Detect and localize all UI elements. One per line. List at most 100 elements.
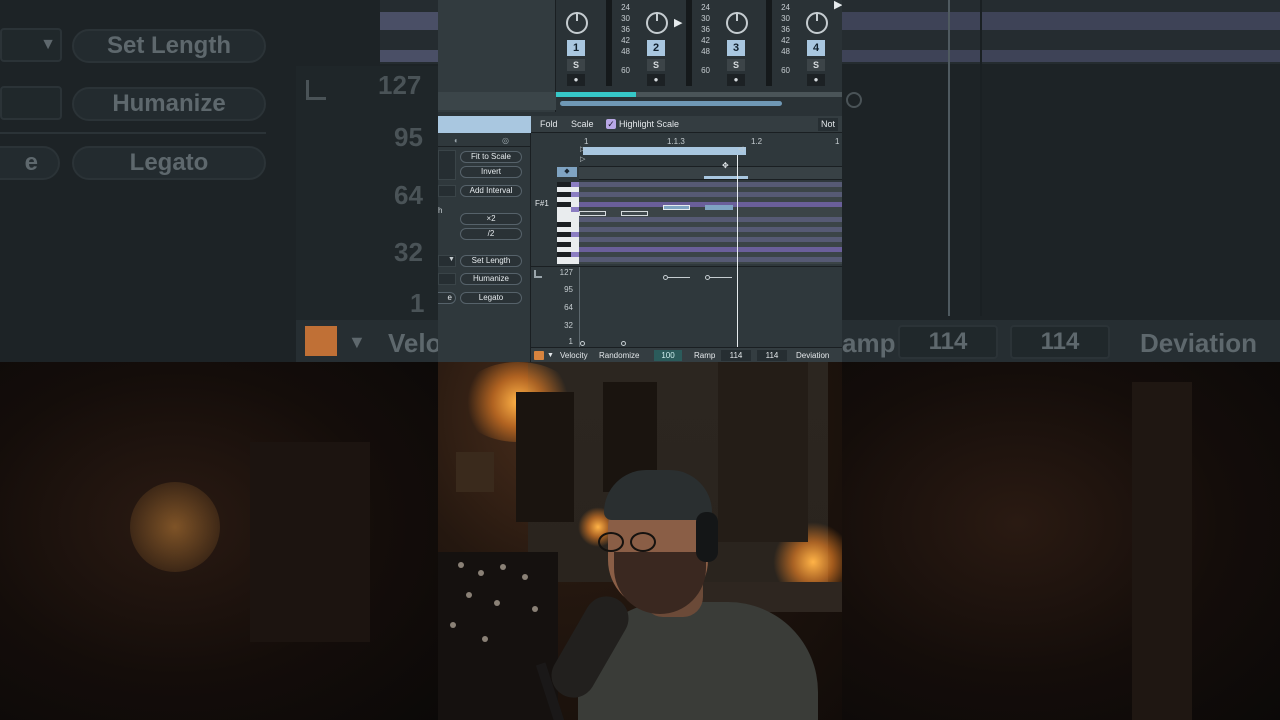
scale-24: 24 (781, 3, 790, 12)
tool-icon-row (438, 133, 531, 147)
mixer-left-strip (438, 92, 556, 110)
blurred-left-panel: ▼ Set Length Humanize e Legato 127 95 64… (0, 0, 438, 720)
pan-knob[interactable] (646, 12, 668, 34)
black-key[interactable] (557, 182, 571, 187)
scale-60: 60 (701, 66, 710, 75)
synth-knob (466, 592, 472, 598)
loop-brace[interactable] (583, 147, 746, 155)
play-icon[interactable]: ▶ (834, 0, 842, 11)
tool-icon[interactable]: ◐ (454, 136, 459, 145)
play-icon[interactable]: ▶ (674, 16, 682, 29)
scale-42: 42 (701, 36, 710, 45)
black-key[interactable] (557, 192, 571, 197)
note-tab[interactable]: Not (818, 118, 839, 131)
pan-knob[interactable] (806, 12, 828, 34)
solo-button[interactable]: S (807, 59, 825, 71)
track-activator[interactable]: 2 (647, 40, 665, 56)
scale-30: 30 (701, 14, 710, 23)
ramp-end-field[interactable]: 114 (757, 350, 787, 361)
velocity-handle[interactable] (621, 341, 626, 346)
track-activator[interactable]: 4 (807, 40, 825, 56)
speaker (516, 392, 574, 522)
track-4: ▶ 4 S ● (796, 0, 842, 100)
black-key[interactable] (557, 242, 571, 247)
ghost-humanize: Humanize (72, 87, 266, 121)
length-dropdown[interactable]: ▼ (438, 255, 456, 267)
scale-row (579, 247, 842, 252)
midi-note-selected[interactable] (705, 205, 733, 210)
fit-to-scale-button[interactable]: Fit to Scale (460, 151, 522, 163)
ramp-button[interactable]: Ramp (694, 350, 715, 361)
black-key[interactable] (557, 252, 571, 257)
double-button[interactable]: ×2 (460, 213, 522, 225)
ghost-amp: amp (842, 328, 896, 358)
midi-note[interactable] (579, 211, 606, 216)
note-grid[interactable] (579, 182, 842, 264)
halve-button[interactable]: /2 (460, 228, 522, 240)
humanize-button[interactable]: Humanize (460, 273, 522, 285)
ghost-ramp-end: 114 (1010, 325, 1110, 359)
chevron-down-icon[interactable]: ▼ (547, 350, 554, 361)
scale-key-highlight (571, 192, 579, 197)
pan-knob[interactable] (726, 12, 748, 34)
start-marker[interactable]: ▷ (580, 155, 585, 163)
fold-button[interactable]: Fold (540, 118, 558, 131)
loop-end-marker[interactable]: ◁ (738, 145, 743, 153)
ghost-shelf (250, 442, 370, 642)
ramp-start-field[interactable]: 114 (721, 350, 751, 361)
piano-keys[interactable] (557, 182, 579, 264)
velocity-handle[interactable] (580, 341, 585, 346)
randomize-button[interactable]: Randomize (599, 350, 639, 361)
synth-knob (478, 570, 484, 576)
scale-row (579, 227, 842, 232)
scale-30: 30 (621, 14, 630, 23)
loop-start-marker[interactable]: ▷ (580, 145, 585, 153)
interval-field[interactable] (438, 185, 456, 197)
randomize-amount[interactable]: 100 (654, 350, 682, 361)
glasses-lens (630, 532, 656, 552)
humanize-field[interactable] (438, 273, 456, 285)
midi-note[interactable] (621, 211, 648, 216)
glasses-lens (598, 532, 624, 552)
ghost-slider-knob (846, 92, 862, 108)
solo-button[interactable]: S (567, 59, 585, 71)
add-interval-button[interactable]: Add Interval (460, 185, 522, 197)
ghost-purple-strip-2 (380, 50, 438, 62)
arm-button[interactable]: ● (647, 74, 665, 86)
black-key[interactable] (557, 222, 571, 227)
arm-button[interactable]: ● (567, 74, 585, 86)
velocity-lane-toggle[interactable] (534, 351, 544, 360)
scale-button[interactable]: Scale (571, 118, 594, 131)
set-length-button[interactable]: Set Length (460, 255, 522, 267)
solo-button[interactable]: S (727, 59, 745, 71)
ghost-legato: Legato (72, 146, 266, 180)
arm-button[interactable]: ● (807, 74, 825, 86)
track-activator[interactable]: 1 (567, 40, 585, 56)
scale-key-highlight (571, 252, 579, 257)
velocity-1: 1 (568, 337, 573, 346)
ghost-num-127: 127 (378, 70, 422, 100)
scale-30: 30 (781, 14, 790, 23)
horizontal-scrollbar[interactable] (560, 101, 782, 106)
highlight-scale-checkbox[interactable]: ✓ (606, 119, 616, 129)
headphones (696, 512, 718, 562)
track-activator[interactable]: 3 (727, 40, 745, 56)
invert-button[interactable]: Invert (460, 166, 522, 178)
solo-button[interactable]: S (647, 59, 665, 71)
piano-roll: 1 1.1.3 1.2 1 ▷ ◁ ▷ ◆ ✥ F#1 127 95 64 32… (531, 133, 842, 362)
legato-button[interactable]: Legato (460, 292, 522, 304)
velocity-bar (710, 277, 732, 278)
pan-knob[interactable] (566, 12, 588, 34)
mixer-left-panel (438, 0, 556, 112)
velocity-lane[interactable]: 127 95 64 32 1 (531, 266, 842, 347)
tool-icon[interactable]: ◎ (502, 136, 509, 145)
black-key[interactable] (557, 232, 571, 237)
synth-knob (532, 606, 538, 612)
black-key[interactable] (557, 202, 571, 207)
partial-button[interactable]: e (438, 292, 456, 304)
selection-marker[interactable] (704, 176, 748, 179)
ghost-partial-e: e (0, 146, 60, 180)
fold-icon[interactable]: ◆ (557, 167, 577, 177)
midi-note[interactable] (663, 205, 690, 210)
arm-button[interactable]: ● (727, 74, 745, 86)
